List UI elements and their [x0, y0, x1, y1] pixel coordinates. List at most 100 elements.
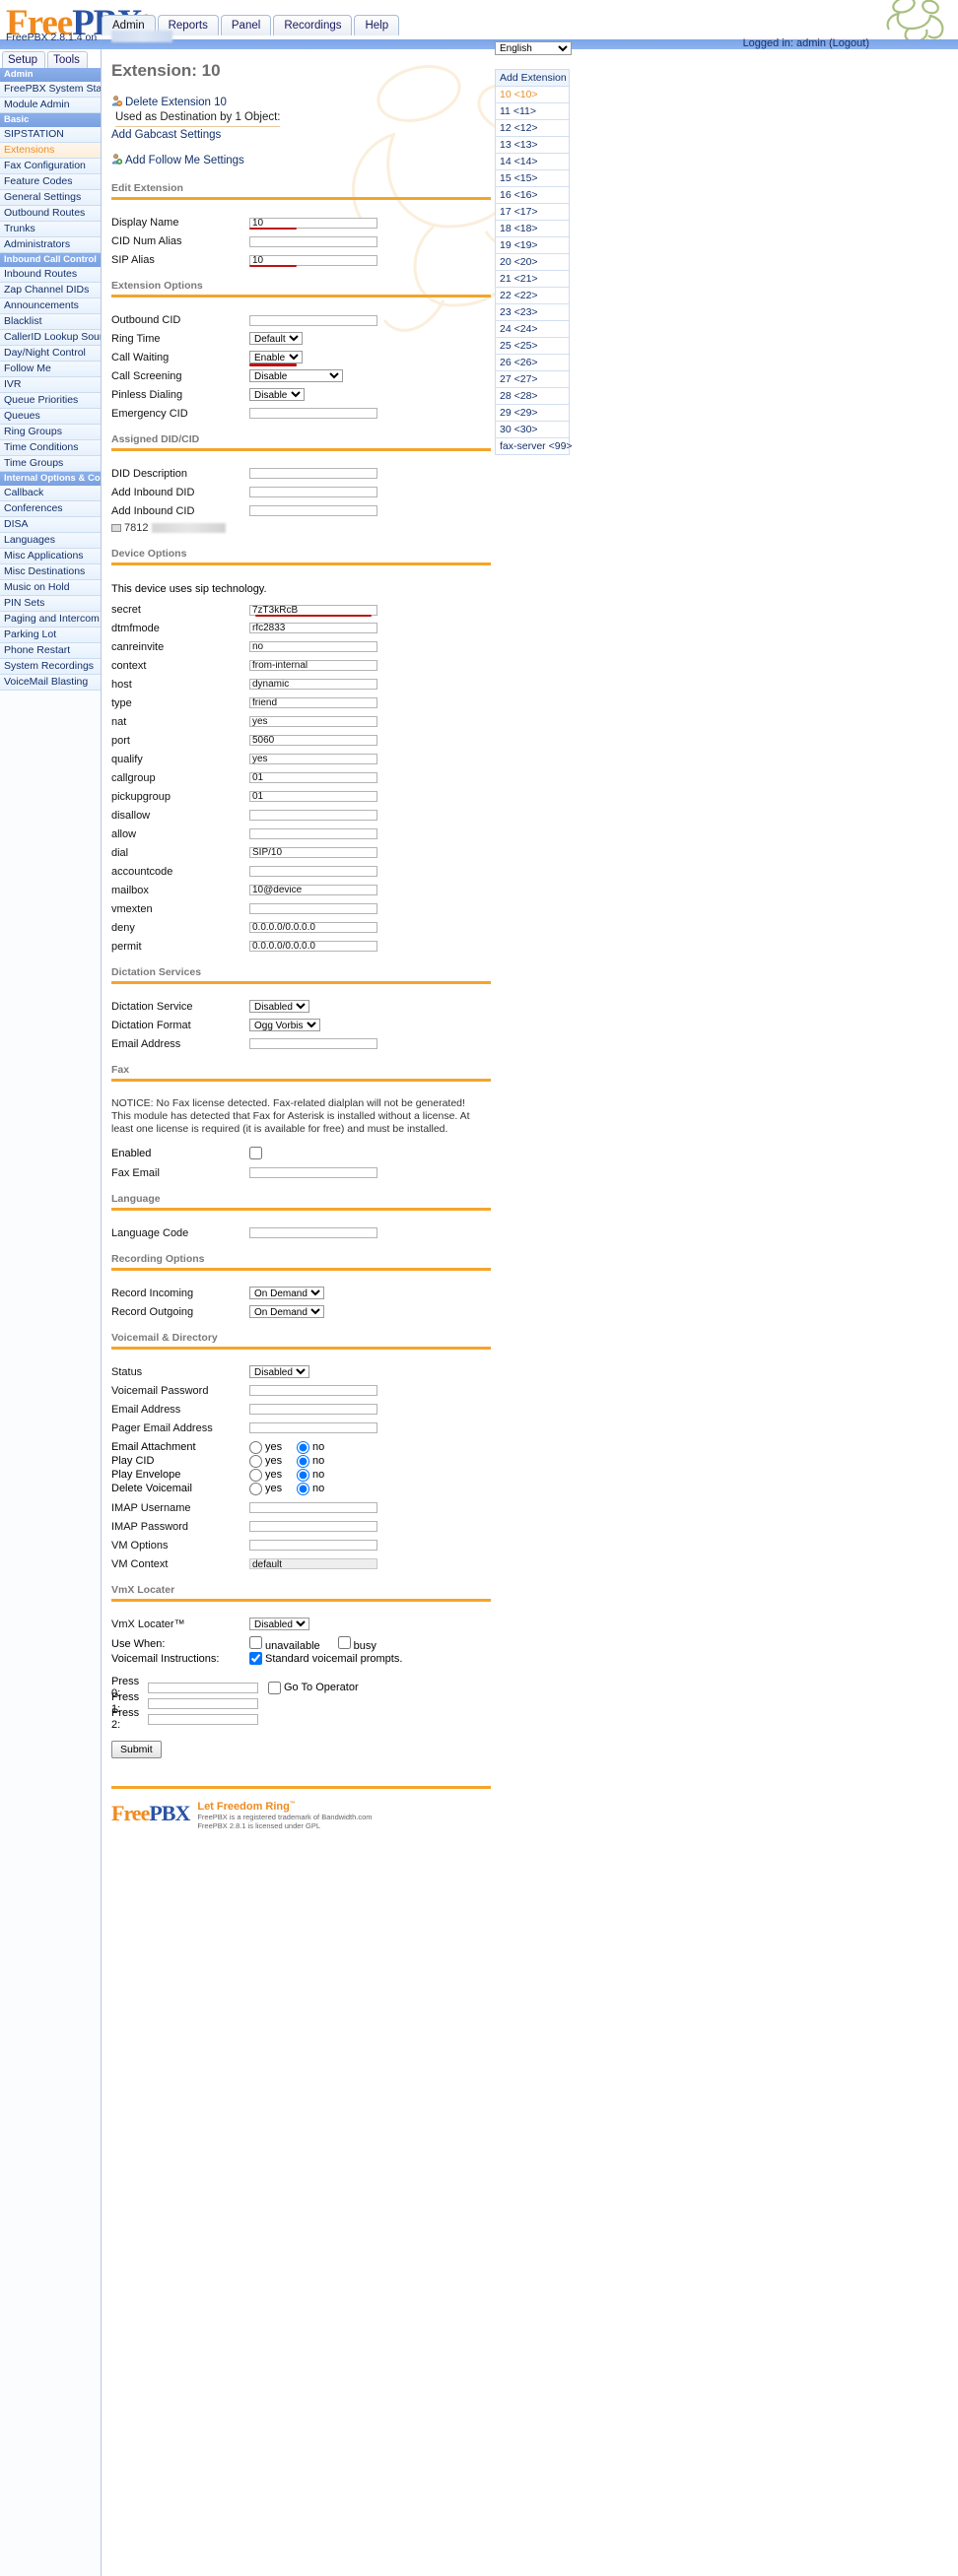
voicemail-password-input[interactable] [249, 1385, 377, 1396]
sidebar-item-module-admin[interactable]: Module Admin [0, 98, 101, 113]
busy-checkbox[interactable] [337, 1635, 351, 1649]
play-envelope-yes-radio[interactable] [249, 1468, 262, 1482]
add-follow-me-settings-link[interactable]: Add Follow Me Settings [111, 153, 497, 168]
extension-list-item-16[interactable]: 16 <16> [496, 187, 569, 204]
sidebar-item-misc-destinations[interactable]: Misc Destinations [0, 564, 101, 580]
vmexten-input[interactable] [249, 903, 377, 914]
sidebar-item-callerid-lookup-sources[interactable]: CallerID Lookup Sources [0, 330, 101, 346]
extension-list-item-28[interactable]: 28 <28> [496, 388, 569, 405]
extension-list-item-18[interactable]: 18 <18> [496, 221, 569, 237]
add-inbound-did-input[interactable] [249, 487, 377, 497]
sidebar-item-misc-applications[interactable]: Misc Applications [0, 549, 101, 564]
pickupgroup-input[interactable] [249, 791, 377, 802]
nav-tab-help[interactable]: Help [354, 15, 400, 35]
vm-options-input[interactable] [249, 1540, 377, 1551]
context-input[interactable] [249, 660, 377, 671]
play-cid-yes-radio[interactable] [249, 1454, 262, 1468]
record-incoming-select[interactable]: On Demand [249, 1287, 324, 1299]
permit-input[interactable] [249, 941, 377, 952]
add-gabcast-settings-link[interactable]: Add Gabcast Settings [111, 127, 497, 143]
standard-prompts-checkbox[interactable] [249, 1652, 262, 1665]
sidebar-item-feature-codes[interactable]: Feature Codes [0, 174, 101, 190]
accountcode-input[interactable] [249, 866, 377, 877]
press-1-input[interactable] [148, 1697, 258, 1709]
go-to-operator-checkbox[interactable] [268, 1681, 281, 1694]
extension-list-item-21[interactable]: 21 <21> [496, 271, 569, 288]
extension-list-item-27[interactable]: 27 <27> [496, 371, 569, 388]
submit-button[interactable]: Submit [111, 1741, 162, 1758]
extension-list-item-24[interactable]: 24 <24> [496, 321, 569, 338]
language-select[interactable]: English [495, 41, 572, 55]
sidebar-item-inbound-routes[interactable]: Inbound Routes [0, 267, 101, 283]
sidebar-item-blacklist[interactable]: Blacklist [0, 314, 101, 330]
dial-input[interactable] [249, 847, 377, 858]
fax-email-input[interactable] [249, 1167, 377, 1178]
ring-time-select[interactable]: Default [249, 332, 303, 345]
extension-list-item-17[interactable]: 17 <17> [496, 204, 569, 221]
extension-list-item-25[interactable]: 25 <25> [496, 338, 569, 355]
delete-voicemail-no-radio[interactable] [297, 1482, 309, 1495]
extension-list-item-14[interactable]: 14 <14> [496, 154, 569, 170]
extension-list-item-15[interactable]: 15 <15> [496, 170, 569, 187]
sidebar-item-outbound-routes[interactable]: Outbound Routes [0, 206, 101, 222]
sidebar-item-paging-and-intercom[interactable]: Paging and Intercom [0, 612, 101, 627]
qualify-input[interactable] [249, 754, 377, 764]
emergency-cid-input[interactable] [249, 408, 377, 419]
pinless-dialing-select[interactable]: Disable [249, 388, 305, 401]
sidebar-item-day-night-control[interactable]: Day/Night Control [0, 346, 101, 362]
sidebar-item-time-conditions[interactable]: Time Conditions [0, 440, 101, 456]
sidebar-item-trunks[interactable]: Trunks [0, 222, 101, 237]
press-2-input[interactable] [148, 1713, 258, 1725]
sidebar-item-queue-priorities[interactable]: Queue Priorities [0, 393, 101, 409]
sidebar-item-ring-groups[interactable]: Ring Groups [0, 425, 101, 440]
callgroup-input[interactable] [249, 772, 377, 783]
imap-username-input[interactable] [249, 1502, 377, 1513]
voicemail-status-select[interactable]: Disabled [249, 1365, 309, 1378]
nav-tab-panel[interactable]: Panel [220, 15, 272, 35]
extension-list-item-26[interactable]: 26 <26> [496, 355, 569, 371]
sidebar-item-general-settings[interactable]: General Settings [0, 190, 101, 206]
sidebar-item-conferences[interactable]: Conferences [0, 501, 101, 517]
deny-input[interactable] [249, 922, 377, 933]
voicemail-email-input[interactable] [249, 1404, 377, 1415]
sidebar-item-voicemail-blasting[interactable]: VoiceMail Blasting [0, 675, 101, 691]
logged-in-status[interactable]: Logged in: admin (Logout) [743, 37, 869, 49]
sidebar-item-languages[interactable]: Languages [0, 533, 101, 549]
sidebar-item-sipstation[interactable]: SIPSTATION [0, 127, 101, 143]
cid-num-alias-input[interactable] [249, 235, 377, 247]
play-envelope-no-radio[interactable] [297, 1468, 309, 1482]
sidebar-item-follow-me[interactable]: Follow Me [0, 362, 101, 377]
sidebar-item-disa[interactable]: DISA [0, 517, 101, 533]
sidebar-item-freepbx-system-status[interactable]: FreePBX System Status [0, 82, 101, 98]
sidebar-item-callback[interactable]: Callback [0, 486, 101, 501]
display-name-input[interactable] [249, 217, 377, 229]
nav-tab-recordings[interactable]: Recordings [273, 15, 353, 35]
sidebar-item-system-recordings[interactable]: System Recordings [0, 659, 101, 675]
sidebar-item-queues[interactable]: Queues [0, 409, 101, 425]
outbound-cid-input[interactable] [249, 314, 377, 326]
extension-list-item-23[interactable]: 23 <23> [496, 304, 569, 321]
nat-input[interactable] [249, 716, 377, 727]
extension-list-item-22[interactable]: 22 <22> [496, 288, 569, 304]
dictation-service-select[interactable]: Disabled [249, 1000, 309, 1013]
delete-voicemail-yes-radio[interactable] [249, 1482, 262, 1495]
host-input[interactable] [249, 679, 377, 690]
email-attachment-no-radio[interactable] [297, 1440, 309, 1454]
call-waiting-select[interactable]: Enable [249, 351, 303, 363]
vmx-locater-select[interactable]: Disabled [249, 1618, 309, 1630]
assigned-did-entry[interactable]: 7812 [111, 522, 497, 534]
extension-list-item-29[interactable]: 29 <29> [496, 405, 569, 422]
sidebar-item-zap-channel-dids[interactable]: Zap Channel DIDs [0, 283, 101, 298]
call-screening-select[interactable]: Disable [249, 369, 343, 382]
sidebar-item-ivr[interactable]: IVR [0, 377, 101, 393]
extension-list-item-12[interactable]: 12 <12> [496, 120, 569, 137]
sip-alias-input[interactable] [249, 254, 377, 266]
subtab-setup[interactable]: Setup [2, 51, 46, 68]
canreinvite-input[interactable] [249, 641, 377, 652]
sidebar-item-time-groups[interactable]: Time Groups [0, 456, 101, 472]
secret-input[interactable] [249, 604, 377, 616]
sidebar-item-music-on-hold[interactable]: Music on Hold [0, 580, 101, 596]
fax-enabled-checkbox[interactable] [249, 1147, 262, 1159]
allow-input[interactable] [249, 828, 377, 839]
did-description-input[interactable] [249, 468, 377, 479]
